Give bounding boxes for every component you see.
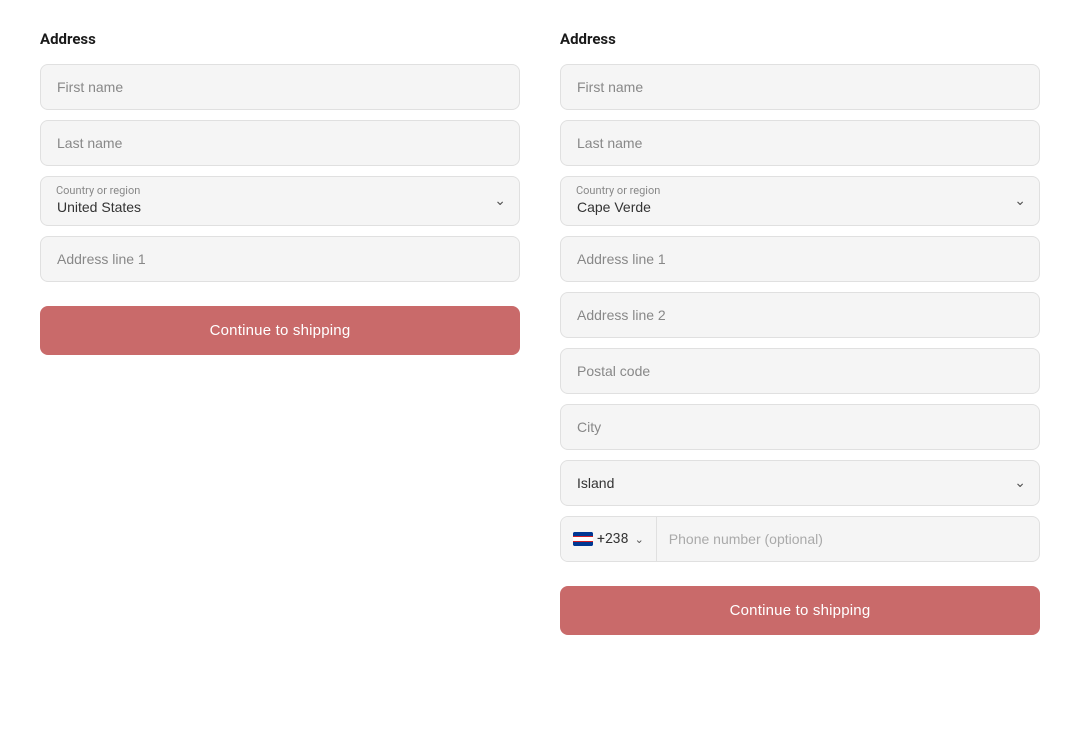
right-city-group xyxy=(560,404,1040,450)
right-first-name-input[interactable] xyxy=(560,64,1040,110)
phone-country-selector[interactable]: +238 ⌄ xyxy=(561,517,657,561)
right-last-name-input[interactable] xyxy=(560,120,1040,166)
right-address-line1-input[interactable] xyxy=(560,236,1040,282)
right-address-line2-input[interactable] xyxy=(560,292,1040,338)
right-form-panel: Address Country or region Cape Verde Uni… xyxy=(560,30,1040,635)
left-address-line1-group xyxy=(40,236,520,282)
left-last-name-group xyxy=(40,120,520,166)
right-last-name-group xyxy=(560,120,1040,166)
left-continue-button[interactable]: Continue to shipping xyxy=(40,306,520,355)
left-country-group: Country or region United States Canada U… xyxy=(40,176,520,226)
right-postal-code-group xyxy=(560,348,1040,394)
left-address-line1-input[interactable] xyxy=(40,236,520,282)
right-phone-group: +238 ⌄ xyxy=(560,516,1040,562)
left-section-title: Address xyxy=(40,30,520,48)
left-first-name-input[interactable] xyxy=(40,64,520,110)
right-address-line1-group xyxy=(560,236,1040,282)
left-first-name-group xyxy=(40,64,520,110)
right-island-select[interactable]: Island Santiago São Vicente Santo Antão … xyxy=(560,460,1040,506)
phone-country-code: +238 xyxy=(597,531,629,547)
right-address-line2-group xyxy=(560,292,1040,338)
right-island-group: Island Santiago São Vicente Santo Antão … xyxy=(560,460,1040,506)
left-form-panel: Address Country or region United States … xyxy=(40,30,520,635)
left-last-name-input[interactable] xyxy=(40,120,520,166)
right-country-select[interactable]: Cape Verde United States Canada xyxy=(560,176,1040,226)
cape-verde-flag-icon xyxy=(573,532,593,546)
right-section-title: Address xyxy=(560,30,1040,48)
right-country-group: Country or region Cape Verde United Stat… xyxy=(560,176,1040,226)
right-postal-code-input[interactable] xyxy=(560,348,1040,394)
page-wrapper: Address Country or region United States … xyxy=(20,30,1060,635)
right-first-name-group xyxy=(560,64,1040,110)
phone-number-input[interactable] xyxy=(657,517,1039,561)
left-country-select[interactable]: United States Canada United Kingdom Aust… xyxy=(40,176,520,226)
right-city-input[interactable] xyxy=(560,404,1040,450)
right-continue-button[interactable]: Continue to shipping xyxy=(560,586,1040,635)
phone-chevron-icon: ⌄ xyxy=(635,533,644,546)
